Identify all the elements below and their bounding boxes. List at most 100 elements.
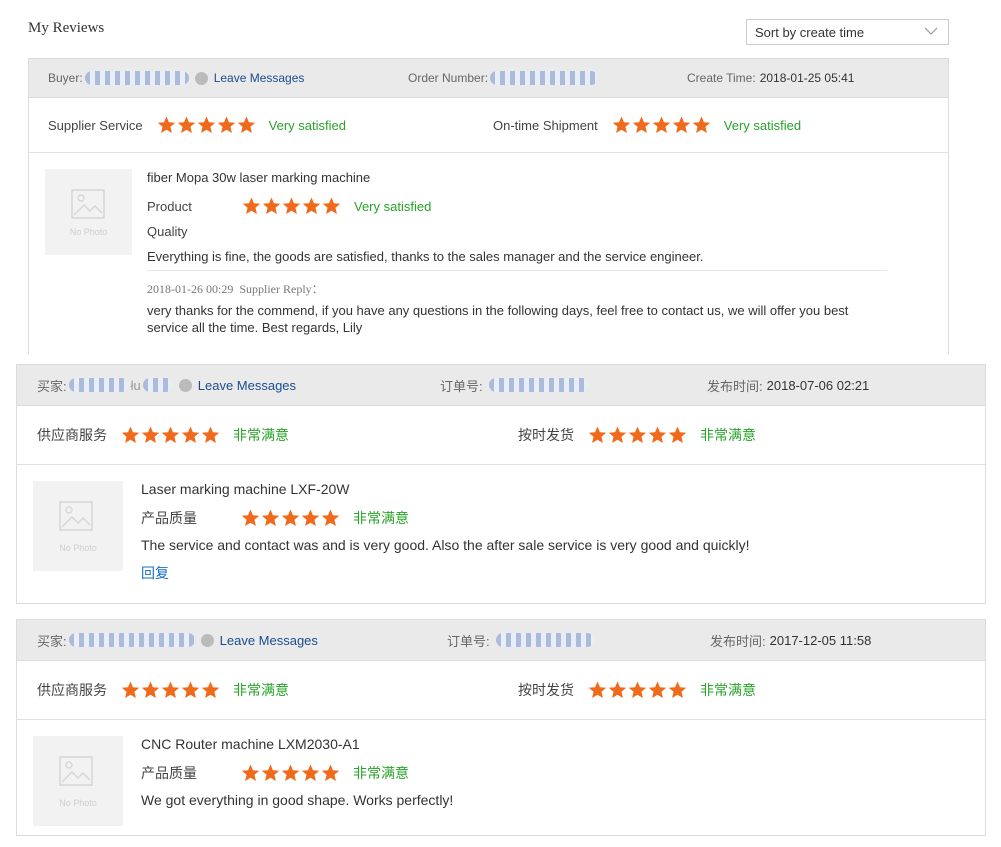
seller-rating-row: Supplier Service Very satisfied On-time … [29, 98, 948, 153]
order-number-label: 订单号: [440, 378, 483, 394]
product-name: Laser marking machine LXF-20W [141, 481, 350, 497]
star-icon [157, 116, 175, 133]
star-icon [177, 116, 195, 133]
create-time-label: 发布时间: [710, 633, 766, 649]
supplier-service-label: 供应商服务 [37, 682, 107, 698]
no-photo-text: No Photo [69, 227, 108, 237]
star-icon [262, 197, 281, 214]
create-time-value: 2018-01-25 05:41 [759, 71, 855, 85]
shipment-label: On-time Shipment [493, 117, 598, 133]
star-icon [241, 764, 260, 781]
buyer-label: Buyer: [48, 71, 83, 85]
star-icon [652, 116, 670, 133]
seller-rating-row: 供应商服务 非常满意 按时发货 非常满意 [17, 406, 985, 465]
supplier-service-stars [121, 426, 221, 444]
star-icon [668, 681, 687, 698]
star-icon [608, 681, 627, 698]
product-stars [241, 509, 341, 527]
product-quality-label: 产品质量 [141, 765, 197, 781]
supplier-service-stars [121, 681, 221, 699]
supplier-service-verdict: Very satisfied [268, 117, 346, 133]
buyer-label: 买家: [37, 633, 67, 649]
star-icon [301, 509, 320, 526]
shipment-verdict: 非常满意 [700, 682, 756, 698]
product-name: CNC Router machine LXM2030-A1 [141, 736, 360, 752]
review-card: Buyer: Leave Messages Order Number: Crea… [28, 58, 949, 354]
star-icon [241, 509, 260, 526]
leave-messages-link[interactable]: Leave Messages [220, 633, 318, 648]
star-icon [261, 509, 280, 526]
reply-link[interactable]: 回复 [141, 563, 169, 583]
buyer-name-redacted [142, 378, 173, 392]
star-icon [668, 426, 687, 443]
product-thumbnail[interactable]: No Photo [33, 481, 123, 571]
supplier-service-label: 供应商服务 [37, 427, 107, 443]
product-thumbnail[interactable]: No Photo [45, 169, 132, 255]
product-verdict: Very satisfied [354, 198, 432, 214]
review-card: 买家: Leave Messages 订单号: 发布时间: 2017-12-05… [16, 619, 986, 836]
reply-time: 2018-01-26 00:29 [147, 282, 234, 296]
supplier-service-stars [157, 116, 257, 134]
star-icon [261, 764, 280, 781]
no-photo-text: No Photo [59, 543, 97, 553]
order-number-label: Order Number: [408, 71, 489, 85]
product-stars [242, 197, 342, 215]
create-time-label: Create Time: [687, 71, 756, 85]
star-icon [217, 116, 235, 133]
star-icon [141, 426, 160, 443]
star-icon [648, 426, 667, 443]
product-quality-label: 产品质量 [141, 510, 197, 526]
star-icon [181, 681, 200, 698]
buyer-avatar-icon [194, 71, 208, 85]
star-icon [321, 509, 340, 526]
review-header: 买家: Leave Messages 订单号: 发布时间: 2017-12-05… [17, 620, 985, 661]
star-icon [628, 426, 647, 443]
star-icon [608, 426, 627, 443]
order-number-redacted [495, 633, 594, 647]
star-icon [322, 197, 341, 214]
star-icon [672, 116, 690, 133]
product-verdict: 非常满意 [353, 510, 409, 526]
star-icon [161, 681, 180, 698]
shipment-stars [588, 681, 688, 699]
reply-divider [147, 270, 887, 271]
review-comment: We got everything in good shape. Works p… [141, 792, 454, 808]
shipment-label: 按时发货 [518, 427, 574, 443]
seller-rating-row: 供应商服务 非常满意 按时发货 非常满意 [17, 661, 985, 720]
page-title: My Reviews [28, 20, 105, 36]
star-icon [648, 681, 667, 698]
star-icon [301, 764, 320, 781]
buyer-name-redacted [84, 71, 189, 85]
supplier-service-verdict: 非常满意 [233, 427, 289, 443]
star-icon [197, 116, 215, 133]
sort-select[interactable]: Sort by create time [746, 19, 949, 45]
product-thumbnail[interactable]: No Photo [33, 736, 123, 826]
buyer-avatar-icon [178, 378, 192, 392]
shipment-verdict: 非常满意 [700, 427, 756, 443]
leave-messages-link[interactable]: Leave Messages [214, 71, 305, 85]
leave-messages-link[interactable]: Leave Messages [198, 378, 296, 393]
buyer-label: 买家: [37, 378, 67, 394]
buyer-name-fragment: łu [130, 377, 141, 393]
shipment-verdict: Very satisfied [723, 117, 802, 133]
star-icon [121, 426, 140, 443]
supplier-service-verdict: 非常满意 [233, 682, 289, 698]
star-icon [632, 116, 650, 133]
star-icon [588, 681, 607, 698]
review-comment: Everything is fine, the goods are satisf… [147, 249, 704, 264]
product-quality-label: Product [147, 198, 192, 214]
star-icon [281, 509, 300, 526]
image-placeholder-icon [71, 189, 105, 219]
star-icon [321, 764, 340, 781]
star-icon [237, 116, 255, 133]
order-number-redacted [488, 378, 589, 392]
shipment-stars [588, 426, 688, 444]
review-comment: The service and contact was and is very … [141, 537, 750, 553]
review-header: Buyer: Leave Messages Order Number: Crea… [29, 59, 948, 98]
quality-label: Quality [147, 224, 188, 239]
create-time-value: 2018-07-06 02:21 [766, 377, 870, 393]
buyer-name-redacted [68, 633, 195, 647]
star-icon [282, 197, 301, 214]
buyer-name-redacted [68, 378, 129, 392]
review-header: 买家: łu Leave Messages 订单号: 发布时间: 2018-07… [17, 365, 985, 406]
